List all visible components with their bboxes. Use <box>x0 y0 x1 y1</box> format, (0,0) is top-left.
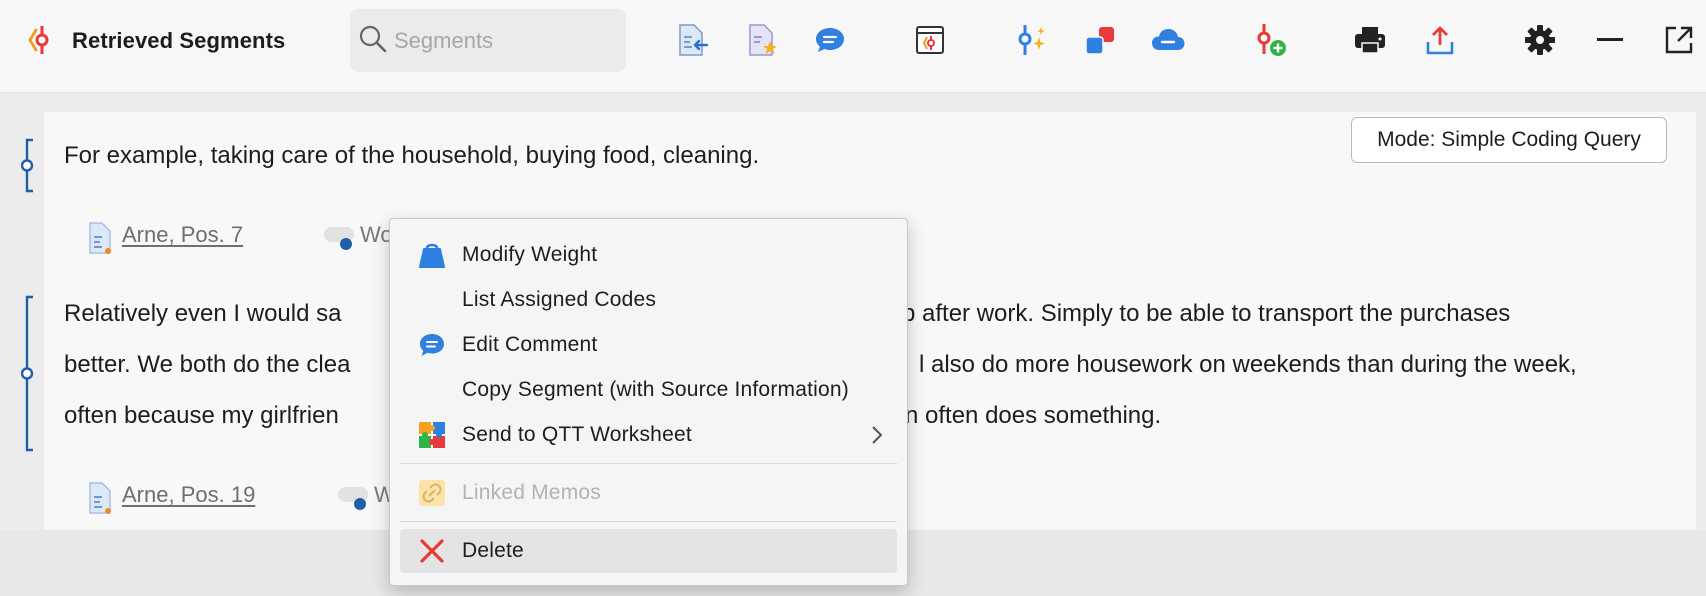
comment-icon[interactable] <box>812 22 848 58</box>
favorite-doc-icon[interactable] <box>744 22 780 58</box>
document-icon <box>89 482 111 514</box>
menu-item-edit-comment[interactable]: Edit Comment <box>400 323 897 367</box>
menu-item-delete[interactable]: Delete <box>400 529 897 573</box>
weight-icon <box>419 243 445 268</box>
menu-item-linked-memos: Linked Memos <box>400 471 897 515</box>
settings-icon[interactable] <box>1522 22 1558 58</box>
popout-icon[interactable] <box>1661 22 1697 58</box>
color-squares-icon[interactable] <box>1082 22 1118 58</box>
print-icon[interactable] <box>1352 22 1388 58</box>
menu-item-modify-weight[interactable]: Modify Weight <box>400 233 897 277</box>
delete-x-icon <box>420 539 444 563</box>
qtt-puzzle-icon <box>419 422 445 448</box>
menu-separator <box>400 463 897 464</box>
export-icon[interactable] <box>1422 22 1458 58</box>
comment-icon <box>420 334 444 356</box>
add-code-icon[interactable] <box>1252 22 1288 58</box>
toolbar: Retrieved Segments <box>0 0 1706 93</box>
source-link[interactable]: Arne, Pos. 19 <box>122 482 255 508</box>
segment-bracket[interactable] <box>21 138 35 193</box>
segment-text-line: often because my girlfrien <box>64 402 339 429</box>
segment-text-line: p after work. Simply to be able to trans… <box>902 300 1511 327</box>
weight-label: Wo <box>360 222 393 247</box>
code-magic-icon[interactable] <box>1012 22 1048 58</box>
weight-toggle-icon <box>324 227 354 250</box>
window-title: Retrieved Segments <box>72 28 286 53</box>
context-menu: Modify Weight List Assigned Codes Edit C… <box>389 218 908 586</box>
segment-text-line: n often does something. <box>905 402 1162 429</box>
segment-text: For example, taking care of the househol… <box>64 142 760 169</box>
activate-icon[interactable] <box>912 22 948 58</box>
search-input[interactable] <box>392 23 616 59</box>
search-icon <box>359 25 387 53</box>
menu-item-copy-segment[interactable]: Copy Segment (with Source Information) <box>400 368 897 412</box>
link-memo-icon <box>419 480 445 506</box>
document-icon <box>89 222 111 254</box>
segment-text-line: Relatively even I would sa <box>64 300 342 327</box>
menu-item-list-assigned-codes[interactable]: List Assigned Codes <box>400 278 897 322</box>
search-box[interactable] <box>350 9 626 72</box>
codes-icon <box>28 26 49 54</box>
menu-item-send-to-qtt[interactable]: Send to QTT Worksheet <box>400 413 897 457</box>
menu-separator <box>400 521 897 522</box>
segment-bracket[interactable] <box>21 295 35 452</box>
segment-text-line: l also do more housework on weekends tha… <box>919 351 1577 378</box>
minimize-icon[interactable] <box>1592 22 1628 58</box>
chevron-right-icon <box>872 426 883 444</box>
cloud-icon[interactable] <box>1150 22 1186 58</box>
weight-toggle-icon <box>338 487 368 510</box>
mode-button[interactable]: Mode: Simple Coding Query <box>1351 117 1667 163</box>
source-link[interactable]: Arne, Pos. 7 <box>122 222 243 248</box>
segment-text-line: better. We both do the clea <box>64 351 351 378</box>
import-doc-icon[interactable] <box>674 22 710 58</box>
